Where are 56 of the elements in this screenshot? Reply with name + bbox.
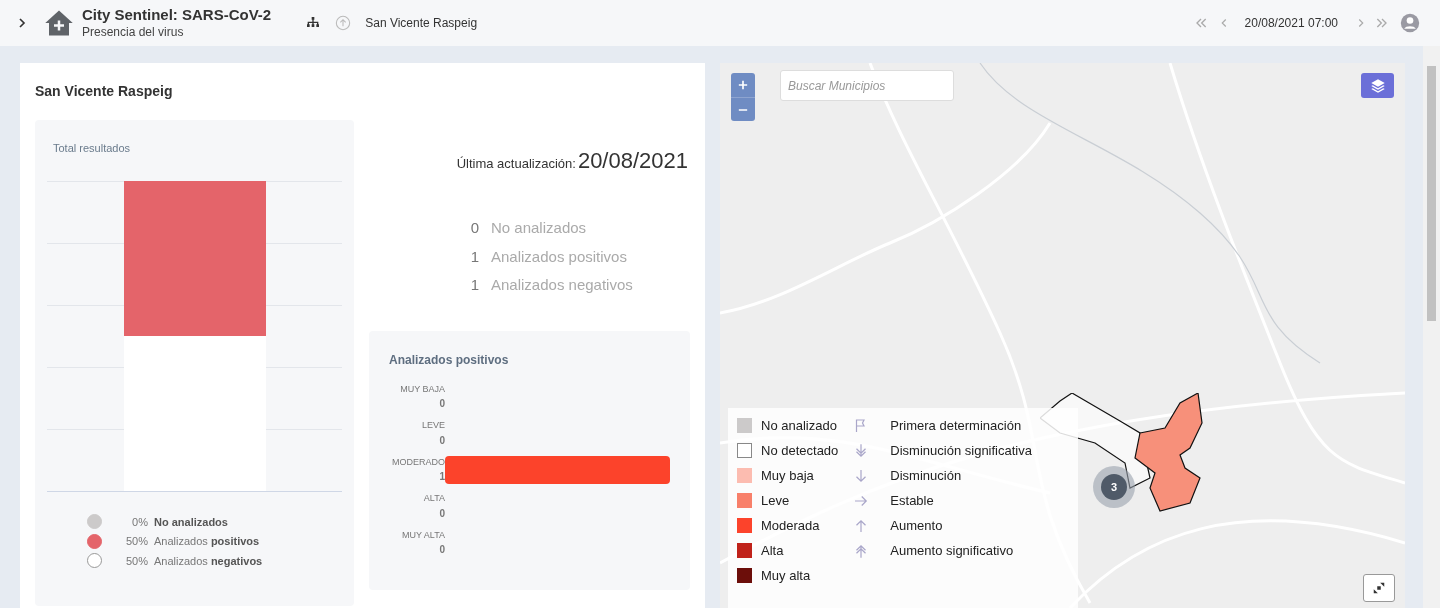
legend-label: Disminución significativa [890, 441, 1032, 460]
zoom-out-button[interactable] [731, 97, 755, 121]
panel-title: San Vicente Raspeig [35, 82, 174, 101]
fullscreen-button[interactable] [1363, 574, 1395, 602]
chart-title: Total resultados [53, 141, 132, 156]
count-label: Analizados negativos [491, 275, 633, 295]
category-value: 1 [439, 470, 445, 484]
update-label: Última actualización: [456, 155, 576, 173]
cluster-marker[interactable]: 3 [1101, 474, 1127, 500]
plus-icon [738, 80, 748, 90]
legend-label: Analizados positivos [154, 534, 260, 549]
count-value: 0 [469, 218, 479, 238]
legend-label: Leve [761, 491, 790, 510]
category-value: 0 [439, 433, 445, 448]
up-circle-icon[interactable] [335, 15, 352, 31]
category-value: 0 [439, 506, 445, 521]
legend-label: Muy baja [761, 466, 814, 485]
category-value: 0 [439, 543, 445, 557]
expand-icon [1372, 581, 1386, 595]
category-label: ALTA [423, 492, 445, 505]
legend-label: Muy alta [761, 566, 811, 585]
category-label: MODERADO [392, 455, 445, 469]
search-field[interactable]: Buscar Municipios [780, 70, 954, 101]
legend-label: No detectado [761, 441, 839, 460]
app-subtitle: Presencia del virus [82, 24, 185, 40]
legend-percent: 0% [131, 514, 148, 530]
legend-label: Estable [890, 491, 934, 510]
breadcrumb-link[interactable]: San Vicente Raspeig [365, 14, 478, 32]
chart-title: Analizados positivos [389, 351, 510, 369]
user-avatar-icon[interactable] [1400, 13, 1420, 33]
legend-percent: 50% [124, 553, 148, 569]
count-value: 1 [469, 275, 479, 295]
layers-button[interactable] [1361, 73, 1394, 98]
zoom-in-button[interactable] [731, 73, 755, 97]
legend-percent: 50% [124, 534, 148, 549]
legend-label: Aumento significativo [890, 541, 1014, 560]
legend-label: Moderada [761, 516, 820, 535]
category-label: LEVE [422, 419, 445, 432]
category-value: 0 [439, 397, 445, 411]
legend-label: No analizado [761, 416, 837, 435]
legend-label: Alta [761, 541, 784, 560]
legend-label: Primera determinación [890, 416, 1022, 435]
count-label: No analizados [491, 218, 587, 238]
legend-label: Analizados negativos [154, 553, 263, 569]
home-icon [44, 8, 74, 38]
legend-label: Disminución [890, 466, 962, 485]
count-value: 1 [469, 246, 479, 267]
category-label: MUY BAJA [400, 382, 445, 396]
update-date: 20/08/2021 [577, 147, 688, 175]
datetime-label: 20/08/2021 07:00 [1244, 15, 1338, 32]
app-title: City Sentinel: SARS-CoV-2 [82, 6, 272, 25]
map-view[interactable]: 3 Buscar Municipios No analizado No detectado Muy baja Leve Moderada Alta Muy alta Primera determinación Disminución significativa Disminución Estable Aumento Aumento significativo [720, 63, 1405, 608]
legend-label: Aumento [890, 516, 943, 535]
count-label: Analizados positivos [491, 246, 627, 267]
category-label: MUY ALTA [402, 528, 445, 542]
legend-label: No analizados [154, 514, 228, 530]
